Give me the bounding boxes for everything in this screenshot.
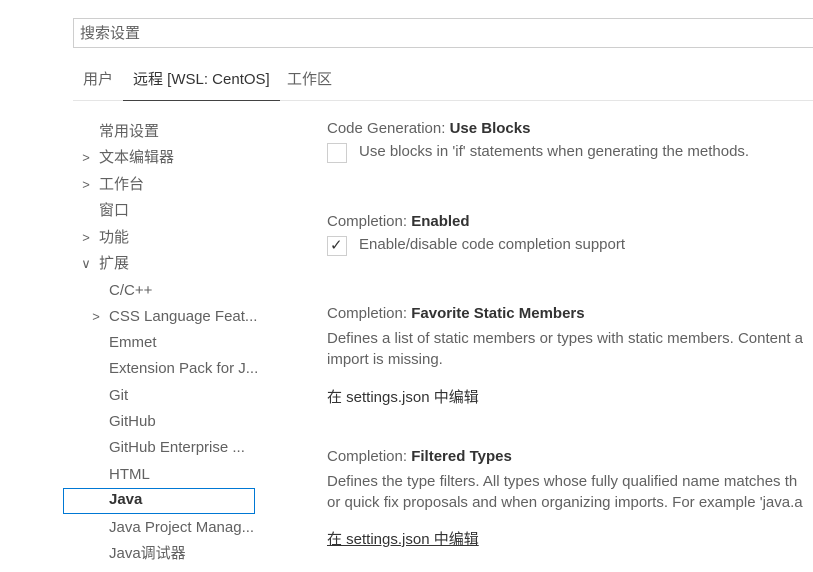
chevron-right-icon: > [82, 230, 90, 245]
setting-title: Completion: Favorite Static Members [327, 303, 813, 325]
edit-in-settings-json-link[interactable]: 在 settings.json 中编辑 [327, 531, 479, 548]
setting-name: Use Blocks [449, 120, 531, 137]
search-input[interactable] [74, 19, 813, 47]
tab-remote[interactable]: 远程 [WSL: CentOS] [123, 60, 280, 101]
toc-item-extensions[interactable]: ∨ 扩展 [63, 252, 255, 276]
setting-title: Completion: Filtered Types [327, 446, 813, 468]
toc-item-extension-pack-java[interactable]: Extension Pack for J... [63, 357, 259, 381]
toc-item-label: 工作台 [99, 176, 145, 193]
toc-item-label: 窗口 [99, 202, 130, 219]
toc-item-text-editor[interactable]: > 文本编辑器 [63, 146, 255, 170]
toc-item-github-enterprise[interactable]: GitHub Enterprise ... [63, 436, 255, 460]
setting-description-line: or quick fix proposals and when organizi… [327, 494, 803, 511]
tab-user[interactable]: 用户 [73, 60, 123, 100]
toc-item-label: 功能 [99, 229, 130, 246]
setting-category: Completion: [327, 213, 412, 230]
setting-category: Code Generation: [327, 120, 450, 137]
toc-item-java-debugger[interactable]: Java调试器 [63, 542, 255, 566]
toc-item-cpp[interactable]: C/C++ [63, 279, 255, 303]
setting-category: Completion: [327, 305, 412, 322]
chevron-right-icon: > [92, 309, 100, 324]
setting-use-blocks: Code Generation: Use Blocks Use blocks i… [327, 118, 813, 166]
chevron-right-icon: > [82, 150, 90, 165]
checkbox-row: Use blocks in 'if' statements when gener… [327, 142, 813, 166]
setting-name: Favorite Static Members [411, 305, 585, 322]
search-settings-box[interactable] [73, 18, 813, 48]
checkbox-label: Use blocks in 'if' statements when gener… [359, 143, 750, 160]
toc-item-label: Java Project Manag... [109, 519, 255, 536]
toc-item-label: Java [109, 491, 143, 508]
toc-item-java[interactable]: Java [63, 488, 255, 514]
check-icon: ✓ [330, 237, 343, 254]
setting-completion-enabled: Completion: Enabled ✓ Enable/disable cod… [327, 211, 813, 259]
toc-item-label: Git [109, 387, 129, 404]
toc-item-label: Extension Pack for J... [109, 360, 259, 377]
setting-description-line: import is missing. [327, 351, 443, 368]
toc-item-html[interactable]: HTML [63, 463, 255, 487]
toc-item-label: HTML [109, 466, 150, 483]
completion-enabled-checkbox[interactable]: ✓ [327, 236, 347, 256]
toc-item-git[interactable]: Git [63, 384, 255, 408]
setting-name: Filtered Types [411, 448, 512, 465]
setting-favorite-static-members: Completion: Favorite Static Members Defi… [327, 303, 813, 407]
toc-item-label: GitHub Enterprise ... [109, 439, 245, 456]
edit-in-settings-json-link[interactable]: 在 settings.json 中编辑 [327, 389, 479, 406]
checkbox-label: Enable/disable code completion support [359, 236, 626, 253]
setting-description-line: Defines the type filters. All types whos… [327, 473, 798, 490]
toc-item-workbench[interactable]: > 工作台 [63, 173, 255, 197]
setting-title: Completion: Enabled [327, 211, 813, 233]
toc-item-label: 文本编辑器 [99, 149, 175, 166]
toc-item-css[interactable]: > CSS Language Feat... [63, 305, 258, 329]
chevron-down-icon: ∨ [81, 256, 91, 271]
toc-item-label: CSS Language Feat... [109, 308, 258, 325]
toc-item-features[interactable]: > 功能 [63, 226, 255, 250]
toc-item-label: Java调试器 [109, 545, 186, 562]
toc-item-label: 常用设置 [99, 123, 160, 140]
toc-item-label: C/C++ [109, 282, 153, 299]
toc-item-window[interactable]: 窗口 [63, 199, 255, 223]
setting-category: Completion: [327, 448, 412, 465]
toc-item-java-project-manager[interactable]: Java Project Manag... [63, 516, 255, 540]
chevron-right-icon: > [82, 177, 90, 192]
settings-scope-tabs: 用户 远程 [WSL: CentOS] 工作区 [73, 60, 813, 101]
toc-item-label: GitHub [109, 413, 156, 430]
setting-name: Enabled [411, 213, 470, 230]
toc-item-github[interactable]: GitHub [63, 410, 255, 434]
use-blocks-checkbox[interactable] [327, 143, 347, 163]
tab-workspace[interactable]: 工作区 [277, 60, 342, 100]
toc-item-emmet[interactable]: Emmet [63, 331, 255, 355]
toc-item-label: Emmet [109, 334, 157, 351]
setting-filtered-types: Completion: Filtered Types Defines the t… [327, 446, 813, 549]
setting-title: Code Generation: Use Blocks [327, 118, 813, 140]
setting-description-line: Defines a list of static members or type… [327, 330, 804, 347]
toc-item-common[interactable]: 常用设置 [63, 120, 255, 144]
checkbox-row: ✓ Enable/disable code completion support [327, 235, 813, 259]
toc-item-label: 扩展 [99, 255, 130, 272]
